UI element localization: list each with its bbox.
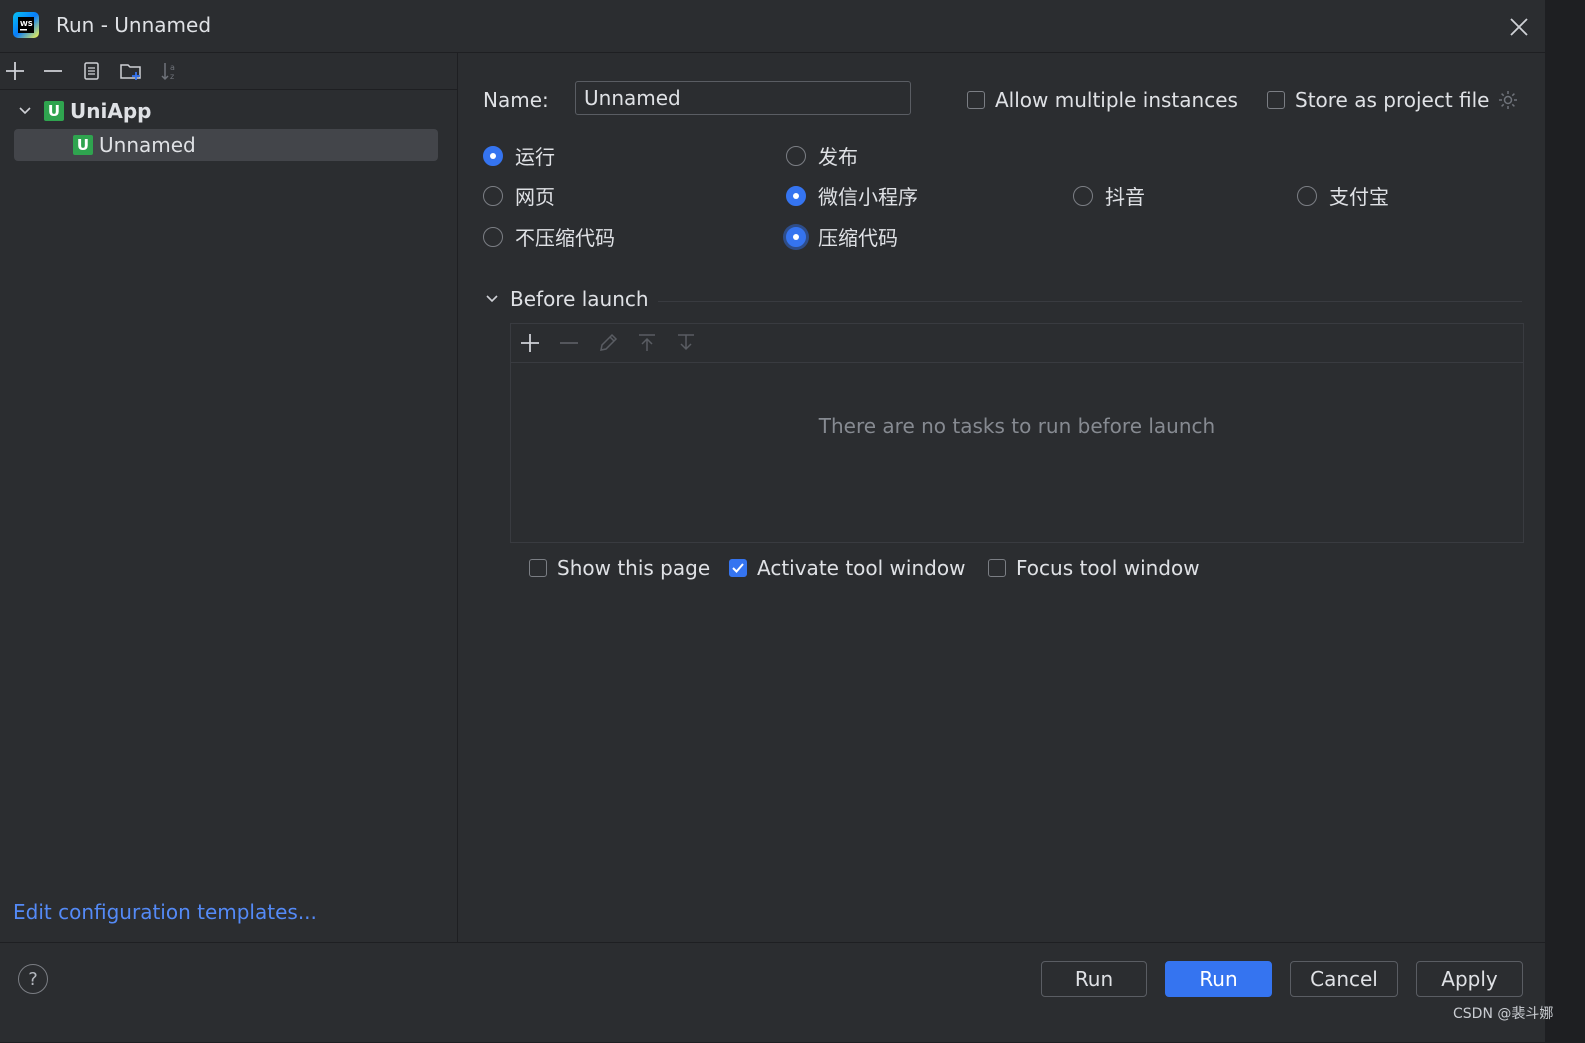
configuration-form: Name: Allow multiple instances Store as … [458,53,1545,942]
radio-indicator[interactable] [1073,185,1093,206]
store-project-file-checkbox[interactable]: Store as project file [1267,88,1489,112]
svg-text:z: z [170,72,174,81]
dialog-footer: ? Run Run Cancel Apply [0,942,1545,1043]
radio-douyin[interactable]: 抖音 [1073,181,1145,210]
move-down-icon[interactable] [674,331,698,355]
tree-group-uniapp[interactable]: U UniApp [14,95,151,127]
gear-icon[interactable] [1497,89,1519,111]
radio-wechat[interactable]: 微信小程序 [786,181,918,210]
empty-tasks-message: There are no tasks to run before launch [818,414,1216,438]
chevron-down-icon[interactable] [483,290,501,308]
before-launch-title: Before launch [510,287,649,311]
add-task-icon[interactable] [518,331,542,355]
checkbox-box[interactable] [967,91,985,109]
tree-item-label: Unnamed [99,133,196,157]
run-primary-button[interactable]: Run [1165,961,1272,997]
chevron-down-icon[interactable] [14,100,36,122]
checkbox-box[interactable] [1267,91,1285,109]
before-launch-tasks: There are no tasks to run before launch [510,323,1524,543]
uniapp-icon: U [73,135,93,155]
radio-indicator[interactable] [483,145,503,166]
radio-indicator[interactable] [786,226,806,247]
cancel-button[interactable]: Cancel [1290,961,1398,997]
svg-text:a: a [170,63,175,72]
remove-task-icon[interactable] [557,331,581,355]
focus-tool-window-checkbox[interactable]: Focus tool window [988,556,1200,580]
show-page-label: Show this page [557,556,711,580]
section-divider [658,301,1522,302]
name-label: Name: [483,88,549,112]
configurations-panel: a z U UniApp U Unnamed Edit configuratio… [0,53,458,942]
activate-tool-window-label: Activate tool window [757,556,966,580]
radio-publish-label: 发布 [818,145,858,169]
allow-multiple-checkbox[interactable]: Allow multiple instances [967,88,1238,112]
tasks-toolbar [511,324,1523,363]
checkbox-box[interactable] [729,559,747,577]
svg-text:WS: WS [20,20,33,28]
checkbox-box[interactable] [988,559,1006,577]
uniapp-icon: U [44,101,64,121]
radio-no-compress[interactable]: 不压缩代码 [483,222,615,251]
radio-indicator[interactable] [786,145,806,166]
radio-run[interactable]: 运行 [483,141,555,170]
sort-alphabetically-icon[interactable]: a z [158,59,182,83]
edit-templates-link[interactable]: Edit configuration templates... [13,900,317,924]
tree-item-unnamed[interactable]: U Unnamed [14,129,438,161]
radio-indicator[interactable] [483,226,503,247]
radio-run-label: 运行 [515,145,555,169]
run-button[interactable]: Run [1041,961,1147,997]
radio-compress-label: 压缩代码 [818,226,898,250]
focus-tool-window-label: Focus tool window [1016,556,1200,580]
close-icon[interactable] [1506,14,1532,40]
radio-douyin-label: 抖音 [1105,185,1145,209]
before-launch-header[interactable]: Before launch [483,287,649,311]
radio-indicator[interactable] [483,185,503,206]
radio-web-label: 网页 [515,185,555,209]
new-folder-icon[interactable] [119,59,143,83]
checkbox-box[interactable] [529,559,547,577]
radio-compress[interactable]: 压缩代码 [786,222,898,251]
edit-task-icon[interactable] [596,331,620,355]
radio-wechat-label: 微信小程序 [818,185,918,209]
allow-multiple-label: Allow multiple instances [995,88,1238,112]
run-configuration-dialog: WS Run - Unnamed a z U UniApp U Unnamed … [0,0,1546,1042]
radio-no-compress-label: 不压缩代码 [515,226,615,250]
show-page-checkbox[interactable]: Show this page [529,556,710,580]
move-up-icon[interactable] [635,331,659,355]
name-input[interactable] [575,81,911,115]
remove-icon[interactable] [41,59,65,83]
configurations-toolbar: a z [0,53,457,90]
radio-publish[interactable]: 发布 [786,141,858,170]
radio-indicator[interactable] [1297,185,1317,206]
radio-web[interactable]: 网页 [483,181,555,210]
window-title: Run - Unnamed [56,13,212,37]
checkmark-icon [732,563,744,573]
webstorm-logo-icon: WS [13,12,39,38]
radio-alipay[interactable]: 支付宝 [1297,181,1389,210]
title-bar: WS Run - Unnamed [0,0,1545,53]
activate-tool-window-checkbox[interactable]: Activate tool window [729,556,965,580]
radio-alipay-label: 支付宝 [1329,185,1389,209]
radio-indicator[interactable] [786,185,806,206]
apply-button[interactable]: Apply [1416,961,1523,997]
tree-group-label: UniApp [70,99,152,123]
add-icon[interactable] [3,59,27,83]
help-button[interactable]: ? [18,964,48,994]
watermark: CSDN @裴斗娜 [1453,1006,1554,1022]
copy-icon[interactable] [80,59,104,83]
store-project-label: Store as project file [1295,88,1490,112]
